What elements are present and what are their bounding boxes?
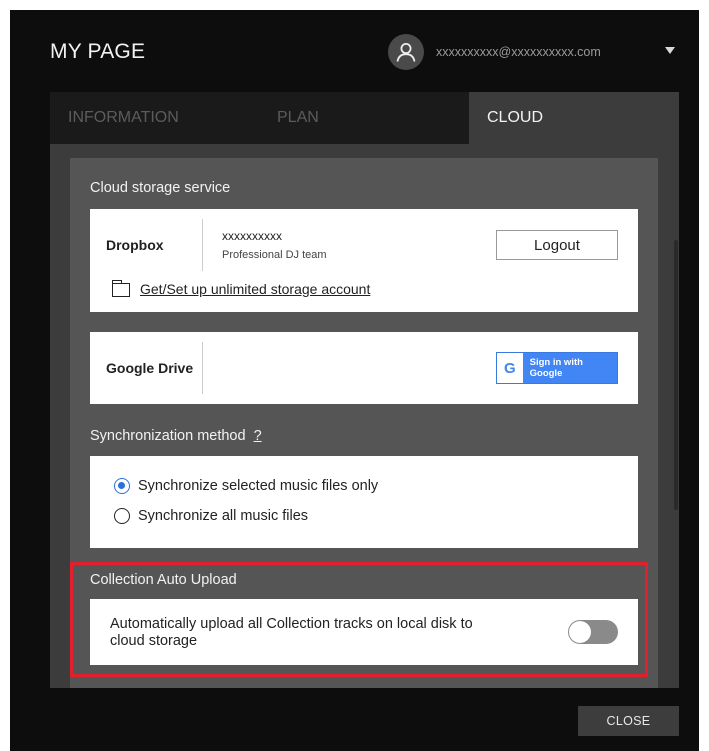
account-email: xxxxxxxxxx@xxxxxxxxxx.com xyxy=(436,45,601,59)
sign-in-with-google-button[interactable]: G Sign in with Google xyxy=(496,352,618,384)
cloud-storage-label: Cloud storage service xyxy=(90,180,231,196)
panel-scrollbar[interactable] xyxy=(674,240,678,510)
folder-icon xyxy=(111,280,130,297)
sync-option-label: Synchronize selected music files only xyxy=(138,478,379,494)
page-title: MY PAGE xyxy=(50,40,146,63)
sync-option-label: Synchronize all music files xyxy=(138,508,309,524)
account-dropdown-caret-icon[interactable] xyxy=(665,47,675,54)
unlimited-storage-link[interactable]: Get/Set up unlimited storage account xyxy=(140,281,370,297)
sync-option-selected-files[interactable]: Synchronize selected music files only xyxy=(114,478,378,494)
google-drive-card: Google Drive G Sign in with Google xyxy=(90,332,638,404)
google-drive-name: Google Drive xyxy=(106,360,194,376)
dropbox-card: Dropbox xxxxxxxxxx Professional DJ team … xyxy=(90,209,638,312)
radio-unselected-icon[interactable] xyxy=(114,508,130,524)
dropbox-team: Professional DJ team xyxy=(222,249,327,261)
close-button[interactable]: CLOSE xyxy=(578,706,679,736)
sync-option-all-files[interactable]: Synchronize all music files xyxy=(114,508,308,524)
radio-selected-icon[interactable] xyxy=(114,478,130,494)
dropbox-name: Dropbox xyxy=(106,237,164,253)
sign-in-with-google-label: Sign in with Google xyxy=(529,357,583,379)
sync-method-title: Synchronization method xyxy=(90,428,246,444)
sync-method-label: Synchronization method? xyxy=(90,428,262,444)
account-menu[interactable]: xxxxxxxxxx@xxxxxxxxxx.com xyxy=(388,34,601,70)
tab-bar: INFORMATION PLAN CLOUD xyxy=(50,92,679,144)
sync-help-icon[interactable]: ? xyxy=(254,428,262,444)
highlight-box xyxy=(70,562,648,677)
logout-button[interactable]: Logout xyxy=(496,230,618,260)
tab-cloud[interactable]: CLOUD xyxy=(469,92,679,144)
sync-method-card: Synchronize selected music files only Sy… xyxy=(90,456,638,548)
dropbox-account-name: xxxxxxxxxx xyxy=(222,229,282,243)
google-drive-divider xyxy=(202,342,203,394)
dropbox-divider xyxy=(202,219,203,271)
user-avatar-icon xyxy=(388,34,424,70)
google-g-icon: G xyxy=(497,353,523,383)
tab-plan[interactable]: PLAN xyxy=(277,92,319,144)
tab-information[interactable]: INFORMATION xyxy=(68,92,179,144)
